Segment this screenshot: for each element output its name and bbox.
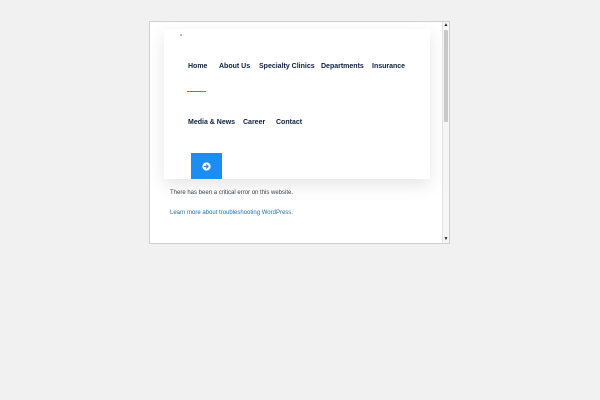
- arrow-right-circle-icon: [202, 159, 211, 174]
- navigation-menu-panel: Home About Us Specialty Clinics Departme…: [164, 29, 430, 179]
- nav-item-specialty-clinics[interactable]: Specialty Clinics: [259, 63, 315, 70]
- nav-item-about-us[interactable]: About Us: [219, 63, 250, 70]
- nav-item-home[interactable]: Home: [188, 63, 207, 70]
- logo-placeholder: [180, 34, 182, 36]
- nav-item-departments[interactable]: Departments: [321, 63, 364, 70]
- vertical-scrollbar[interactable]: ▲ ▼: [442, 22, 449, 243]
- nav-item-career[interactable]: Career: [243, 119, 265, 126]
- scroll-up-arrow-icon[interactable]: ▲: [443, 22, 449, 29]
- scrollbar-thumb[interactable]: [444, 30, 448, 122]
- embedded-page-frame: Home About Us Specialty Clinics Departme…: [149, 21, 450, 244]
- nav-item-insurance[interactable]: Insurance: [372, 63, 405, 70]
- go-button[interactable]: [191, 153, 222, 179]
- critical-error-message: There has been a critical error on this …: [170, 190, 294, 196]
- nav-item-contact[interactable]: Contact: [276, 119, 302, 126]
- nav-item-media-news[interactable]: Media & News: [188, 119, 235, 126]
- troubleshooting-link[interactable]: Learn more about troubleshooting WordPre…: [170, 210, 293, 216]
- scroll-down-arrow-icon[interactable]: ▼: [443, 236, 449, 243]
- active-nav-indicator: [187, 91, 206, 92]
